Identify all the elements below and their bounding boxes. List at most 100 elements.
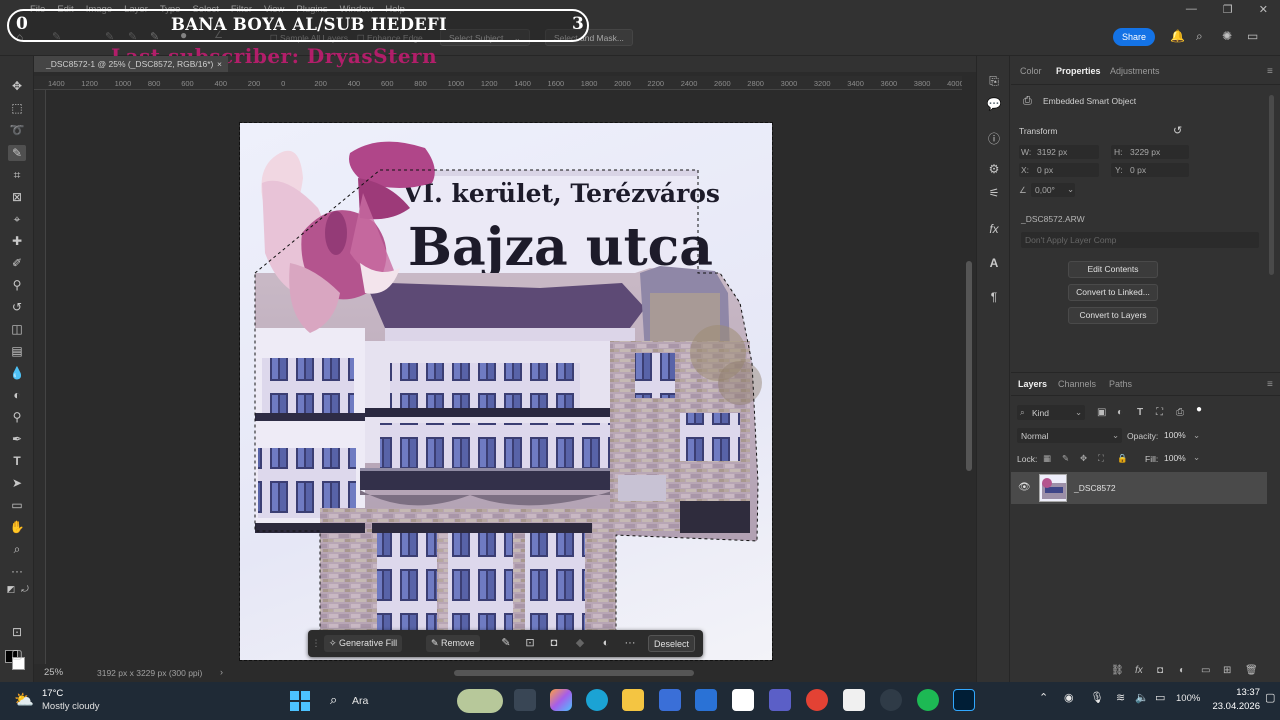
filter-shape-icon[interactable]: ⛶ [1156,407,1163,418]
x-field[interactable]: 0 px [1037,165,1053,175]
fill-chevron-icon[interactable]: ⌄ [1193,452,1200,463]
more-tools-icon[interactable]: ··· [8,563,26,579]
layers-menu-icon[interactable]: ≡ [1267,379,1273,390]
dodge-tool-icon[interactable]: ◐ [8,387,26,403]
deselect-button[interactable]: Deselect [648,635,696,652]
share-button[interactable]: Share [1113,28,1155,46]
rectangle-tool-icon[interactable]: ▭ [8,497,26,513]
store-icon[interactable] [659,689,681,711]
hand-tool-icon[interactable]: ✋ [8,519,26,535]
copilot-icon[interactable] [550,689,572,711]
reset-transform-icon[interactable]: ↺ [1173,124,1182,137]
healing-brush-icon[interactable]: ✚ [8,233,26,249]
status-menu-icon[interactable]: › [220,667,223,677]
layer-name[interactable]: _DSC8572 [1074,483,1116,493]
delete-layer-icon[interactable]: 🗑 [1245,665,1258,676]
microphone-icon[interactable]: 🎙 [1090,691,1104,704]
filter-smart-object-icon[interactable]: ⎙ [1176,407,1184,418]
tab-adjustments[interactable]: Adjustments [1110,66,1160,76]
vertical-scrollbar[interactable] [962,76,976,664]
blend-mode-select[interactable]: Normal [1021,431,1048,441]
adjustments-panel-icon[interactable]: ⚙ [986,162,1002,178]
styles-panel-icon[interactable]: fx [986,222,1002,238]
chatgpt-icon[interactable] [880,689,902,711]
lock-artboard-icon[interactable]: ⛶ [1098,453,1104,464]
edit-contents-button[interactable]: Edit Contents [1068,261,1158,278]
angle-chevron-icon[interactable]: ⌄ [1067,184,1074,195]
select-subject-icon[interactable]: ⊡ [522,635,538,652]
bell-icon[interactable]: 🔔 [1170,29,1185,43]
vertical-scroll-thumb[interactable] [966,261,972,471]
filter-adjustment-icon[interactable]: ◐ [1117,407,1123,418]
tab-layers[interactable]: Layers [1018,379,1047,389]
task-view-icon[interactable] [514,689,536,711]
minimize-icon[interactable]: — [1186,3,1197,16]
lasso-tool-icon[interactable]: ➰ [8,122,26,138]
filter-chevron-icon[interactable]: ⌄ [1075,407,1082,418]
blur-tool-icon[interactable]: 💧 [8,365,26,381]
layer-thumbnail[interactable] [1039,474,1067,502]
new-group-icon[interactable]: ▭ [1201,665,1210,676]
system-clock[interactable]: 13:37 23.04.2026 [1210,686,1260,714]
history-brush-icon[interactable]: ↺ [8,299,26,315]
add-style-icon[interactable]: fx [1135,665,1143,676]
marquee-tool-icon[interactable]: ⬚ [8,100,26,116]
drag-handle-icon[interactable]: ⋮ [308,635,324,652]
remove-button[interactable]: ✎ Remove [426,635,480,652]
pen-tool-icon[interactable]: ✒ [8,431,26,447]
wikipedia-icon[interactable] [843,689,865,711]
filter-toggle-icon[interactable]: ● [1196,404,1202,415]
eraser-tool-icon[interactable]: ◫ [8,321,26,337]
app-icon[interactable] [769,689,791,711]
character-panel-icon[interactable]: A [986,256,1002,272]
history-panel-icon[interactable]: ⎘ [986,74,1002,90]
quick-mask-icon[interactable]: ⊡ [8,624,26,640]
blend-mode-chevron-icon[interactable]: ⌄ [1112,430,1119,441]
outlook-icon[interactable] [695,689,717,711]
width-field[interactable]: 3192 px [1037,147,1067,157]
new-layer-icon[interactable]: ⊞ [1223,665,1231,676]
gradient-tool-icon[interactable]: ▤ [8,343,26,359]
wifi-icon[interactable]: ≋ [1116,691,1125,704]
layer-comp-select[interactable]: Don't Apply Layer Comp [1025,235,1116,245]
properties-panel-icon[interactable]: ⚟ [986,186,1002,202]
opacity-field[interactable]: 100% [1164,430,1186,440]
tab-color[interactable]: Color [1020,66,1042,76]
tab-properties[interactable]: Properties [1056,66,1101,76]
more-options-icon[interactable]: ··· [622,635,638,652]
swap-colors-icon[interactable]: ⤾ [16,581,34,597]
discover-icon[interactable]: ✺ [1222,29,1232,43]
tab-paths[interactable]: Paths [1109,379,1132,389]
taskbar-search[interactable]: ⌕ Ara [322,687,512,715]
burn-tool-icon[interactable]: ⚲ [8,409,26,425]
clone-stamp-icon[interactable]: ⚲ [8,277,26,293]
search-icon[interactable]: ⌕ [1196,29,1203,44]
edge-icon[interactable] [586,689,608,711]
lock-pixels-icon[interactable]: ✎ [1062,453,1069,464]
info-panel-icon[interactable]: ⓘ [986,130,1002,146]
properties-scrollbar[interactable] [1268,65,1276,365]
layer-row[interactable]: 👁 _DSC8572 [1011,472,1267,504]
fill-selection-icon[interactable]: ◆ [572,635,588,652]
comments-panel-icon[interactable]: 💬 [986,97,1002,113]
battery-icon[interactable]: ▭ [1155,691,1165,704]
restore-icon[interactable]: ❐ [1223,3,1233,16]
lock-all-icon[interactable]: 🔒 [1117,453,1128,464]
new-adjustment-icon[interactable]: ◐ [1179,665,1185,676]
lock-transparency-icon[interactable]: ▦ [1043,453,1051,464]
angle-field[interactable]: 0,00° [1035,185,1055,195]
y-field[interactable]: 0 px [1130,165,1146,175]
filter-kind-select[interactable]: Kind [1032,408,1049,418]
generative-fill-button[interactable]: ✧ Generative Fill [324,635,403,652]
convert-to-layers-button[interactable]: Convert to Layers [1068,307,1158,324]
photoshop-icon[interactable] [953,689,975,711]
crop-tool-icon[interactable]: ⌗ [8,167,26,183]
zoom-tool-icon[interactable]: ⌕ [8,541,26,557]
discord-tray-icon[interactable]: ◉ [1064,691,1074,704]
brush-tool-icon[interactable]: ✐ [8,255,26,271]
volume-icon[interactable]: 🔈 [1135,691,1149,704]
start-icon[interactable] [289,690,311,712]
modify-selection-icon[interactable]: ✎ [498,635,514,652]
fill-field[interactable]: 100% [1164,453,1186,463]
adjustment-layer-icon[interactable]: ◐ [598,635,614,652]
